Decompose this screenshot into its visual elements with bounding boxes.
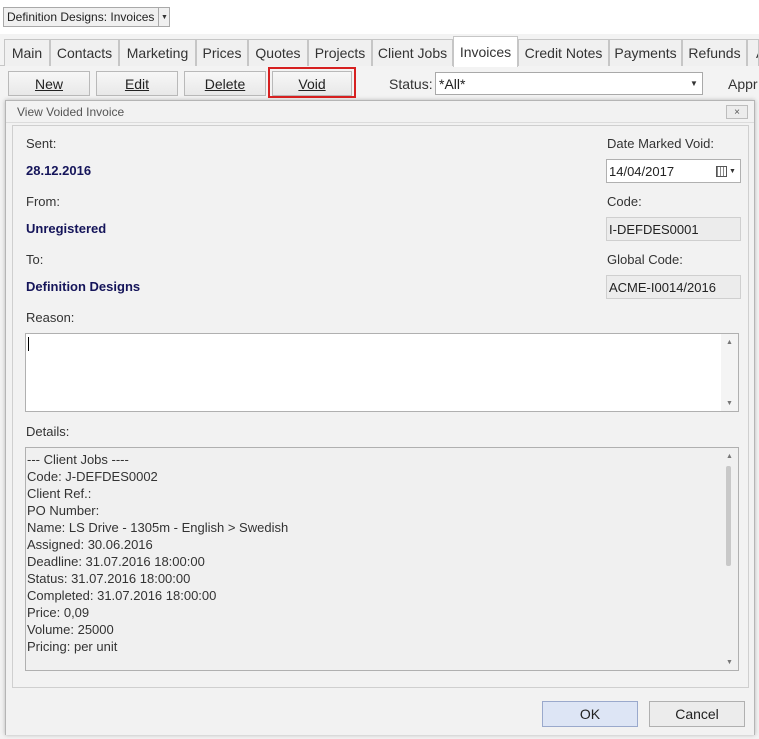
tab-label: Marketing (126, 45, 189, 61)
date-marked-void-picker[interactable]: 14/04/2017 ▼ (606, 159, 741, 183)
details-line: Status: 31.07.2016 18:00:00 (27, 571, 191, 586)
details-line: Code: J-DEFDES0002 (27, 469, 158, 484)
tab-credit-notes[interactable]: Credit Notes (518, 39, 609, 66)
tab-quotes[interactable]: Quotes (248, 39, 308, 66)
chevron-down-icon[interactable]: ▼ (158, 8, 169, 26)
scroll-down-icon[interactable]: ▼ (721, 655, 738, 669)
reason-label: Reason: (26, 310, 75, 325)
to-label: To: (26, 252, 44, 267)
tab-projects[interactable]: Projects (308, 39, 372, 66)
top-bar: Definition Designs: Invoices ▼ (0, 0, 759, 34)
tab-label: Credit Notes (524, 45, 603, 61)
details-line: Deadline: 31.07.2016 18:00:00 (27, 554, 205, 569)
details-lines: --- Client Jobs ---- Code: J-DEFDES0002 … (27, 451, 288, 655)
scroll-thumb[interactable] (726, 466, 731, 566)
tab-label: Payments (614, 45, 677, 61)
cancel-button-label: Cancel (675, 706, 719, 722)
sent-label: Sent: (26, 136, 57, 151)
details-line: Pricing: per unit (27, 639, 118, 654)
dialog-body: Sent: 28.12.2016 From: Unregistered To: … (12, 125, 749, 688)
scroll-up-icon[interactable]: ▲ (721, 335, 738, 349)
code-value: I-DEFDES0001 (609, 221, 699, 237)
tab-label: Main (11, 45, 43, 61)
global-code-label: Global Code: (607, 252, 683, 267)
tab-label: Contacts (56, 45, 113, 61)
window-title: Definition Designs: Invoices (7, 10, 155, 24)
dialog-title: View Voided Invoice (6, 101, 754, 123)
date-marked-void-value: 14/04/2017 (609, 163, 675, 179)
global-code-field: ACME-I0014/2016 (606, 275, 741, 299)
details-line: --- Client Jobs ---- (27, 452, 129, 467)
tab-label: Projects (314, 45, 366, 61)
to-value: Definition Designs (26, 279, 141, 294)
code-field: I-DEFDES0001 (606, 217, 741, 241)
details-line: Client Ref.: (27, 486, 92, 501)
cancel-button[interactable]: Cancel (649, 701, 745, 727)
details-textarea[interactable]: --- Client Jobs ---- Code: J-DEFDES0002 … (25, 447, 739, 671)
details-line: Price: 0,09 (27, 605, 90, 620)
tab-client-jobs[interactable]: Client Jobs (372, 39, 453, 66)
ok-button-label: OK (579, 706, 601, 722)
tab-refunds[interactable]: Refunds (682, 39, 747, 66)
scroll-up-icon[interactable]: ▲ (721, 449, 738, 463)
reason-scrollbar[interactable]: ▲ ▼ (721, 334, 738, 411)
new-button[interactable]: New (8, 71, 90, 96)
tab-main[interactable]: Main (4, 39, 50, 66)
new-button-label: New (34, 75, 63, 92)
global-code-value: ACME-I0014/2016 (609, 279, 716, 295)
scroll-down-icon[interactable]: ▼ (721, 396, 738, 410)
delete-button-label: Delete (204, 75, 246, 92)
status-select[interactable]: *All* ▼ (435, 72, 703, 95)
void-button[interactable]: Void (272, 71, 352, 96)
window-title-combo[interactable]: Definition Designs: Invoices ▼ (3, 7, 171, 27)
edit-button[interactable]: Edit (96, 71, 178, 96)
tab-bar: Main Contacts Marketing Prices Quotes Pr… (0, 34, 759, 67)
details-scrollbar[interactable]: ▲ ▼ (721, 448, 738, 670)
tab-marketing[interactable]: Marketing (119, 39, 196, 66)
text-caret (28, 337, 29, 351)
edit-button-label: Edit (124, 75, 150, 92)
delete-button[interactable]: Delete (184, 71, 266, 96)
tab-overflow[interactable]: A (747, 39, 759, 66)
void-button-label: Void (298, 75, 326, 92)
details-line: Volume: 25000 (27, 622, 114, 637)
tab-label: Client Jobs (377, 45, 448, 61)
details-line: PO Number: (27, 503, 100, 518)
tab-label: Refunds (688, 45, 741, 61)
tab-invoices[interactable]: Invoices (453, 36, 518, 67)
tab-prices[interactable]: Prices (196, 39, 248, 66)
status-value: *All* (439, 75, 466, 92)
calendar-icon[interactable]: ▼ (716, 165, 736, 177)
details-line: Name: LS Drive - 1305m - English > Swedi… (27, 520, 289, 535)
status-label: Status: (389, 76, 433, 92)
tab-label: Quotes (255, 45, 301, 61)
sent-value: 28.12.2016 (26, 163, 92, 178)
details-line: Assigned: 30.06.2016 (27, 537, 153, 552)
from-label: From: (26, 194, 60, 209)
tab-label: Invoices (459, 44, 512, 60)
close-icon[interactable]: × (726, 105, 748, 119)
reason-textarea[interactable]: ▲ ▼ (25, 333, 739, 412)
tab-label: Prices (202, 45, 242, 61)
tab-payments[interactable]: Payments (609, 39, 682, 66)
date-marked-void-label: Date Marked Void: (607, 136, 714, 151)
chevron-down-icon[interactable]: ▼ (686, 79, 702, 88)
details-line: Completed: 31.07.2016 18:00:00 (27, 588, 217, 603)
tab-contacts[interactable]: Contacts (50, 39, 119, 66)
ok-button[interactable]: OK (542, 701, 638, 727)
approval-label: Appr (728, 76, 758, 92)
dialog-footer: OK Cancel (6, 691, 754, 735)
details-label: Details: (26, 424, 70, 439)
view-voided-invoice-dialog: View Voided Invoice × Sent: 28.12.2016 F… (5, 100, 755, 735)
from-value: Unregistered (26, 221, 107, 236)
code-label: Code: (607, 194, 642, 209)
